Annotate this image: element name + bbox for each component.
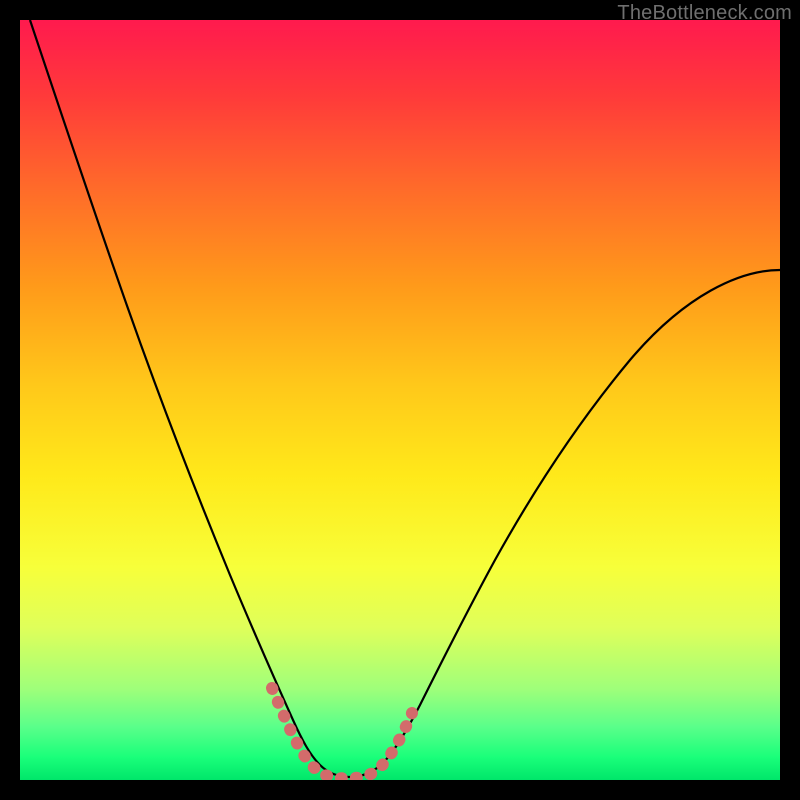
chart-frame: TheBottleneck.com	[0, 0, 800, 800]
highlight-valley	[272, 688, 412, 778]
bottleneck-curve	[30, 20, 780, 777]
curve-layer	[20, 20, 780, 780]
plot-area	[20, 20, 780, 780]
watermark-text: TheBottleneck.com	[617, 2, 792, 25]
